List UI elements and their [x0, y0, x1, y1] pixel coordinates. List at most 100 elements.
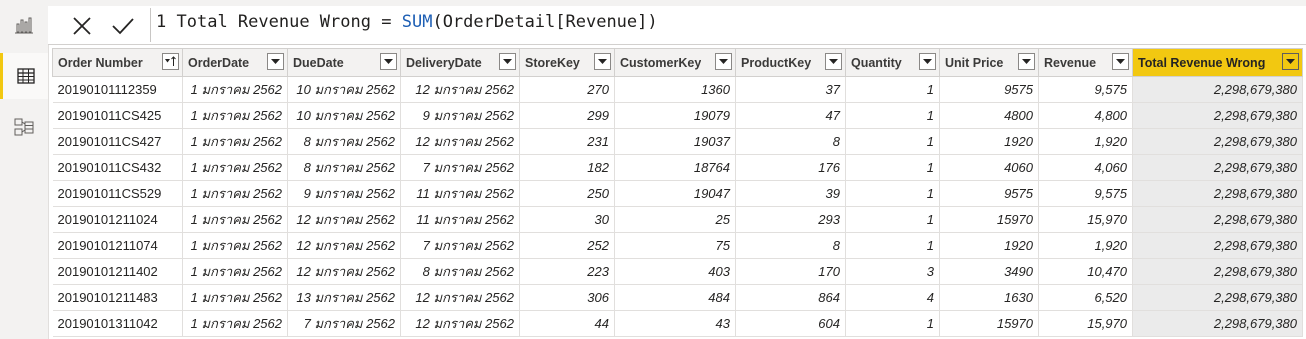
column-header-order-number[interactable]: Order Number	[52, 48, 183, 77]
cell-revenue: 15,970	[1038, 206, 1133, 233]
model-diagram-icon	[14, 118, 34, 136]
table-row: 201901011CS529 1 มกราคม 2562 9 มกราคม 2562…	[52, 180, 1303, 207]
cell-duedate: 7 มกราคม 2562	[287, 310, 401, 337]
cell-customerkey: 484	[614, 284, 736, 311]
cell-total-revenue-wrong: 2,298,679,380	[1132, 258, 1303, 285]
cell-revenue: 15,970	[1038, 310, 1133, 337]
cell-storekey: 223	[519, 258, 615, 285]
cell-unit-price: 4060	[939, 154, 1039, 181]
cell-orderdate: 1 มกราคม 2562	[182, 310, 288, 337]
filter-dropdown-icon[interactable]	[919, 53, 936, 70]
cell-duedate: 9 มกราคม 2562	[287, 180, 401, 207]
column-header-customerkey[interactable]: CustomerKey	[614, 48, 736, 77]
cell-customerkey: 403	[614, 258, 736, 285]
cell-unit-price: 15970	[939, 206, 1039, 233]
cell-duedate: 12 มกราคม 2562	[287, 232, 401, 259]
filter-dropdown-icon[interactable]	[1112, 53, 1129, 70]
cell-storekey: 306	[519, 284, 615, 311]
cell-productkey: 8	[735, 232, 846, 259]
filter-dropdown-icon[interactable]	[499, 53, 516, 70]
cell-order-number: 20190101311042	[52, 310, 183, 337]
cell-total-revenue-wrong: 2,298,679,380	[1132, 310, 1303, 337]
data-view-button[interactable]	[0, 53, 48, 99]
cell-customerkey: 75	[614, 232, 736, 259]
table-row: 20190101112359 1 มกราคม 2562 10 มกราคม 256…	[52, 76, 1303, 103]
cell-quantity: 1	[845, 102, 940, 129]
cell-unit-price: 4800	[939, 102, 1039, 129]
column-header-revenue[interactable]: Revenue	[1038, 48, 1133, 77]
formula-input[interactable]: 1 Total Revenue Wrong = SUM(OrderDetail[…	[156, 12, 658, 32]
cell-productkey: 170	[735, 258, 846, 285]
column-header-duedate[interactable]: DueDate	[287, 48, 401, 77]
cell-storekey: 252	[519, 232, 615, 259]
cell-orderdate: 1 มกราคม 2562	[182, 284, 288, 311]
cell-customerkey: 18764	[614, 154, 736, 181]
cell-total-revenue-wrong: 2,298,679,380	[1132, 76, 1303, 103]
cell-quantity: 1	[845, 76, 940, 103]
column-header-label: OrderDate	[188, 55, 250, 70]
cell-order-number: 20190101211402	[52, 258, 183, 285]
report-view-button[interactable]	[0, 2, 48, 48]
cell-orderdate: 1 มกราคม 2562	[182, 76, 288, 103]
cell-order-number: 20190101211483	[52, 284, 183, 311]
cell-total-revenue-wrong: 2,298,679,380	[1132, 232, 1303, 259]
column-header-productkey[interactable]: ProductKey	[735, 48, 846, 77]
column-header-storekey[interactable]: StoreKey	[519, 48, 615, 77]
commit-formula-button[interactable]	[107, 10, 139, 42]
cell-orderdate: 1 มกราคม 2562	[182, 180, 288, 207]
cell-productkey: 176	[735, 154, 846, 181]
cell-quantity: 1	[845, 206, 940, 233]
table-body: 20190101112359 1 มกราคม 2562 10 มกราคม 256…	[52, 76, 1303, 337]
cancel-formula-button[interactable]	[66, 10, 98, 42]
cell-quantity: 1	[845, 232, 940, 259]
filter-dropdown-icon[interactable]	[1282, 53, 1299, 70]
cell-deliverydate: 7 มกราคม 2562	[400, 232, 520, 259]
cell-duedate: 13 มกราคม 2562	[287, 284, 401, 311]
cell-customerkey: 19079	[614, 102, 736, 129]
cell-revenue: 9,575	[1038, 180, 1133, 207]
formula-argument: OrderDetail[Revenue]	[442, 12, 648, 32]
column-header-deliverydate[interactable]: DeliveryDate	[400, 48, 520, 77]
column-header-total-revenue-wrong[interactable]: Total Revenue Wrong	[1132, 48, 1303, 77]
column-header-quantity[interactable]: Quantity	[845, 48, 940, 77]
filter-dropdown-icon[interactable]	[825, 53, 842, 70]
filter-dropdown-icon[interactable]	[594, 53, 611, 70]
table-grid-icon	[16, 68, 35, 84]
column-header-label: Order Number	[58, 55, 143, 70]
cell-total-revenue-wrong: 2,298,679,380	[1132, 284, 1303, 311]
cell-customerkey: 1360	[614, 76, 736, 103]
cell-quantity: 1	[845, 310, 940, 337]
cell-total-revenue-wrong: 2,298,679,380	[1132, 206, 1303, 233]
data-table: Order Number OrderDate DueDate DeliveryDate…	[52, 48, 1303, 337]
cell-deliverydate: 7 มกราคม 2562	[400, 154, 520, 181]
cell-deliverydate: 9 มกราคม 2562	[400, 102, 520, 129]
cell-duedate: 10 มกราคม 2562	[287, 102, 401, 129]
cell-storekey: 182	[519, 154, 615, 181]
filter-dropdown-icon[interactable]	[715, 53, 732, 70]
table-row: 20190101211074 1 มกราคม 2562 12 มกราคม 256…	[52, 232, 1303, 259]
column-header-unit-price[interactable]: Unit Price	[939, 48, 1039, 77]
formula-separator	[150, 8, 151, 42]
filter-dropdown-icon[interactable]	[380, 53, 397, 70]
filter-dropdown-icon[interactable]	[1018, 53, 1035, 70]
model-view-button[interactable]	[0, 104, 48, 150]
cell-storekey: 231	[519, 128, 615, 155]
cell-orderdate: 1 มกราคม 2562	[182, 154, 288, 181]
cell-quantity: 1	[845, 128, 940, 155]
cell-deliverydate: 11 มกราคม 2562	[400, 206, 520, 233]
table-row: 20190101211024 1 มกราคม 2562 12 มกราคม 256…	[52, 206, 1303, 233]
cell-total-revenue-wrong: 2,298,679,380	[1132, 180, 1303, 207]
cell-order-number: 201901011CS529	[52, 180, 183, 207]
cell-duedate: 8 มกราคม 2562	[287, 128, 401, 155]
cell-productkey: 37	[735, 76, 846, 103]
table-row: 20190101211402 1 มกราคม 2562 12 มกราคม 256…	[52, 258, 1303, 285]
sort-filter-dropdown-icon[interactable]	[162, 53, 179, 70]
filter-dropdown-icon[interactable]	[267, 53, 284, 70]
cell-revenue: 1,920	[1038, 128, 1133, 155]
cell-storekey: 299	[519, 102, 615, 129]
column-header-orderdate[interactable]: OrderDate	[182, 48, 288, 77]
cell-unit-price: 15970	[939, 310, 1039, 337]
cell-productkey: 604	[735, 310, 846, 337]
cell-revenue: 4,800	[1038, 102, 1133, 129]
cell-productkey: 293	[735, 206, 846, 233]
